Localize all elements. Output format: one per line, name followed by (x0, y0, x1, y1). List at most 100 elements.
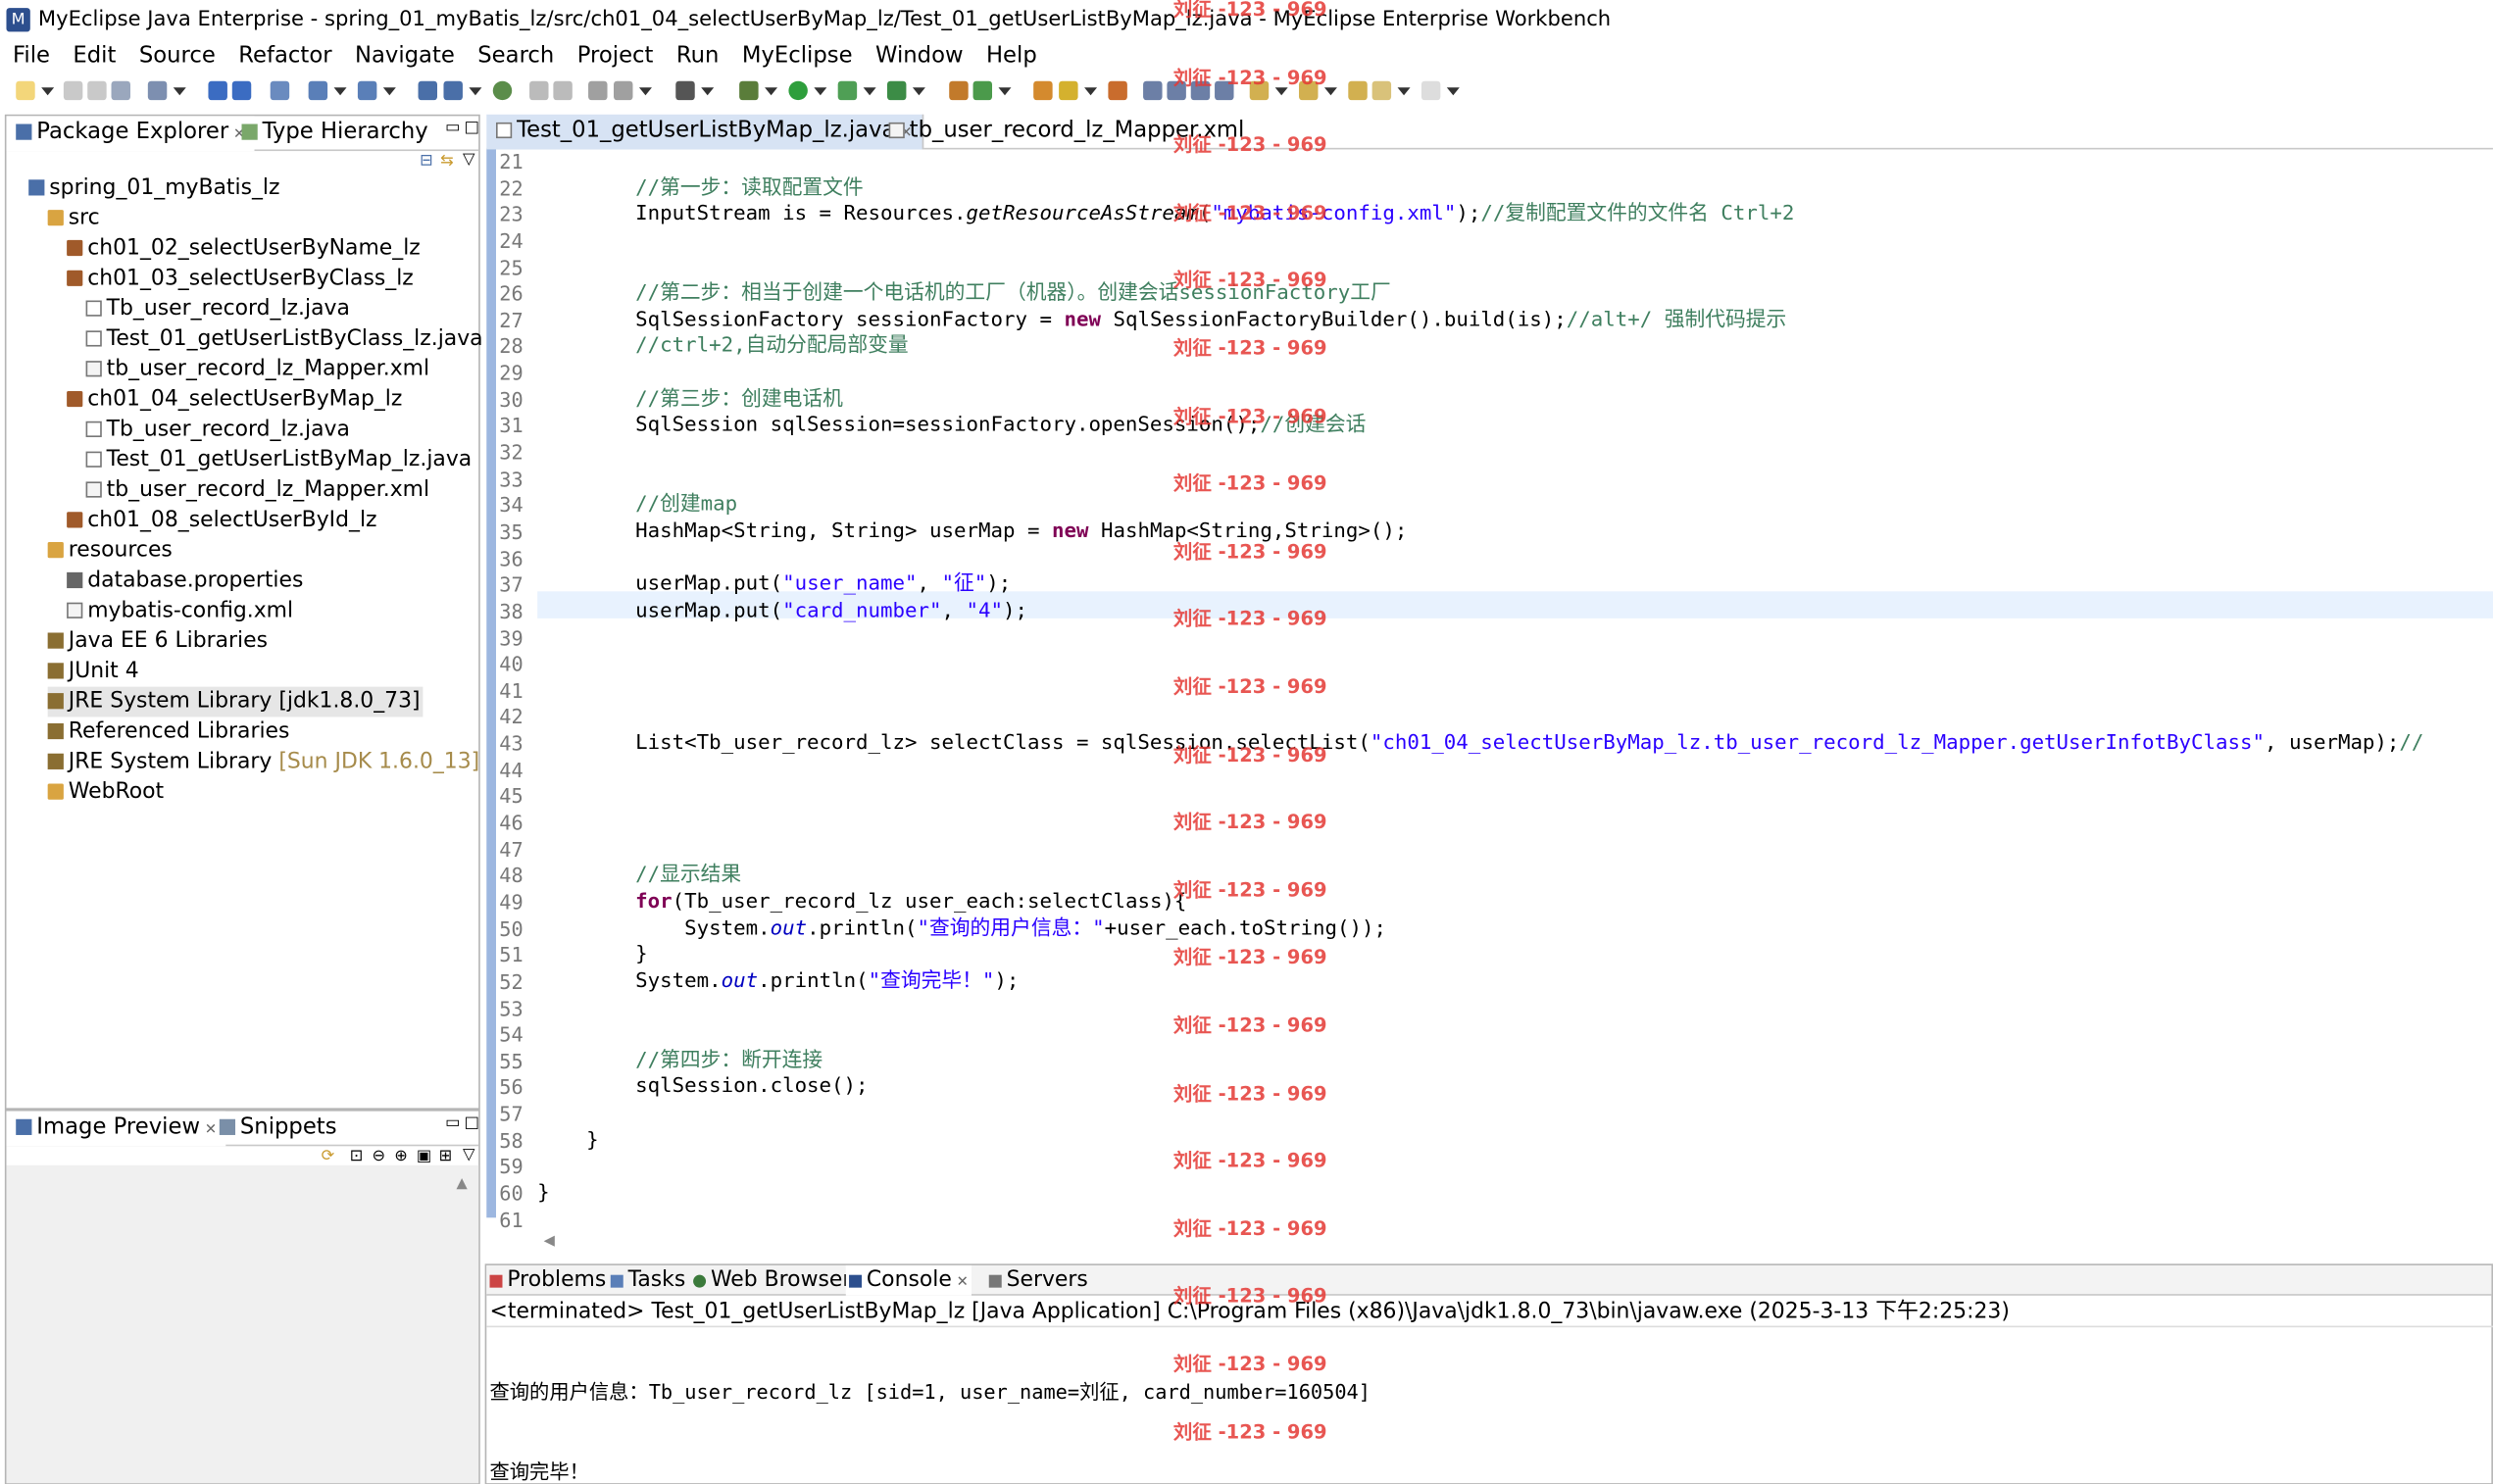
tree-item-package[interactable]: ch01_04_selectUserByMap_lz (67, 384, 402, 415)
refresh-icon[interactable]: ⟳ (322, 1148, 335, 1165)
tree-item-library-selected[interactable]: JRE System Library [jdk1.8.0_73] (47, 686, 424, 717)
save-all-icon[interactable] (87, 80, 107, 101)
tab-test-01-getuserlistbymap[interactable]: Test_01_getUserListByMap_lz.java ✕ (486, 114, 923, 150)
chevron-down-icon[interactable] (765, 87, 778, 96)
code-line[interactable]: //ctrl+2,自动分配局部变量 (537, 334, 2423, 361)
menu-project[interactable]: Project (577, 40, 654, 72)
save-icon[interactable] (63, 80, 83, 101)
tree-item-file[interactable]: Tb_user_record_lz.java (85, 415, 350, 445)
terminal-icon[interactable] (675, 80, 695, 101)
tab-console[interactable]: Console ✕ (845, 1264, 972, 1296)
code-line[interactable] (537, 784, 2423, 811)
code-line[interactable]: userMap.put("user_name", "征"); (537, 572, 2423, 599)
minimize-icon[interactable]: ▭ (445, 120, 460, 137)
open-task-icon[interactable] (1033, 80, 1053, 101)
tree-item-file[interactable]: tb_user_record_lz_Mapper.xml (85, 475, 430, 506)
scroll-up-icon[interactable]: ▲ (456, 1176, 467, 1192)
code-line[interactable]: userMap.put("card_number", "4"); (537, 599, 2423, 625)
link-editor-icon[interactable]: ⇆ (440, 153, 454, 171)
code-line[interactable] (537, 705, 2423, 731)
browse-icon[interactable] (443, 80, 463, 101)
tree-item-file[interactable]: Test_01_getUserListByMap_lz.java (85, 445, 472, 475)
code-line[interactable]: } (537, 1128, 2423, 1155)
comment-icon[interactable] (1143, 80, 1163, 101)
chevron-down-icon[interactable] (1446, 87, 1460, 96)
code-line[interactable] (537, 228, 2423, 255)
tree-item-library[interactable]: Referenced Libraries (47, 717, 290, 747)
menu-navigate[interactable]: Navigate (355, 40, 455, 72)
new-java-project-icon[interactable] (949, 80, 969, 101)
code-line[interactable]: SqlSession sqlSession=sessionFactory.ope… (537, 414, 2423, 440)
code-line[interactable]: SqlSessionFactory sessionFactory = new S… (537, 308, 2423, 334)
tab-type-hierarchy[interactable]: Type Hierarchy (232, 116, 438, 151)
tab-problems[interactable]: Problems (486, 1265, 609, 1296)
debug-icon[interactable] (739, 80, 759, 101)
forward-arrow-icon[interactable] (1421, 80, 1441, 101)
back-arrow-icon[interactable] (1371, 80, 1392, 101)
run-coverage-icon[interactable] (837, 80, 858, 101)
new-web-project-icon[interactable] (308, 80, 328, 101)
chevron-down-icon[interactable] (1397, 87, 1411, 96)
code-line[interactable]: System.out.println("查询完毕！"); (537, 969, 2423, 996)
chevron-down-icon[interactable] (382, 87, 396, 96)
code-text[interactable]: //第一步：读取配置文件 InputStream is = Resources.… (537, 149, 2423, 1233)
zoom-in-icon[interactable]: ⊕ (394, 1148, 408, 1165)
code-line[interactable] (537, 837, 2423, 864)
menu-search[interactable]: Search (477, 40, 554, 72)
code-line[interactable] (537, 625, 2423, 652)
show-whitespace-icon[interactable] (553, 80, 573, 101)
zoom-out-icon[interactable]: ⊖ (373, 1148, 386, 1165)
code-line[interactable]: InputStream is = Resources.getResourceAs… (537, 202, 2423, 228)
tree-item-folder[interactable]: WebRoot (47, 777, 164, 808)
code-line[interactable]: HashMap<String, String> userMap = new Ha… (537, 519, 2423, 546)
code-line[interactable] (537, 440, 2423, 467)
menu-help[interactable]: Help (986, 40, 1037, 72)
code-line[interactable]: //创建map (537, 493, 2423, 519)
chevron-down-icon[interactable] (1084, 87, 1098, 96)
grid-icon[interactable]: ⊞ (439, 1148, 453, 1165)
code-line[interactable] (537, 149, 2423, 175)
chevron-down-icon[interactable] (701, 87, 715, 96)
external-tools-icon[interactable] (588, 80, 608, 101)
print-icon[interactable] (111, 80, 130, 101)
annotation-icon[interactable] (614, 80, 633, 101)
last-edit-icon[interactable] (1348, 80, 1368, 101)
code-line[interactable] (537, 811, 2423, 837)
open-type-icon[interactable] (270, 80, 290, 101)
annotations-nav-icon[interactable] (1108, 80, 1127, 101)
chevron-down-icon[interactable] (998, 87, 1012, 96)
minimize-icon[interactable]: ▭ (445, 1114, 460, 1132)
tree-item-library[interactable]: JUnit 4 (47, 657, 139, 687)
code-line[interactable]: //第四步：断开连接 (537, 1049, 2423, 1075)
new-class-icon[interactable] (357, 80, 377, 101)
chevron-down-icon[interactable] (173, 87, 186, 96)
chevron-down-icon[interactable] (863, 87, 876, 96)
chevron-down-icon[interactable] (814, 87, 827, 96)
new-icon[interactable] (16, 80, 35, 101)
chevron-down-icon[interactable] (469, 87, 482, 96)
chevron-down-icon[interactable] (333, 87, 347, 96)
server-icon[interactable] (208, 80, 227, 101)
code-line[interactable] (537, 758, 2423, 784)
tree-item-file[interactable]: Tb_user_record_lz.java (85, 294, 350, 324)
close-icon[interactable]: ✕ (957, 1275, 969, 1291)
tree-item-folder[interactable]: resources (47, 536, 173, 567)
tree-item-library[interactable]: Java EE 6 Libraries (47, 626, 268, 657)
menu-refactor[interactable]: Refactor (238, 40, 331, 72)
collapse-all-icon[interactable]: ⊟ (420, 153, 433, 171)
tab-tasks[interactable]: Tasks (608, 1265, 689, 1296)
code-line[interactable]: //第三步：创建电话机 (537, 387, 2423, 414)
tree-item-file[interactable]: database.properties (67, 566, 303, 596)
code-line[interactable]: } (537, 943, 2423, 969)
search-icon[interactable] (1059, 80, 1078, 101)
globe-icon[interactable] (492, 80, 513, 101)
chevron-down-icon[interactable] (638, 87, 652, 96)
tree-item-file[interactable]: mybatis-config.xml (67, 596, 293, 626)
tree-item-file[interactable]: Test_01_getUserListByClass_lz.java (85, 324, 483, 355)
chevron-down-icon[interactable] (41, 87, 55, 96)
external-run-icon[interactable] (886, 80, 907, 101)
tab-package-explorer[interactable]: Package Explorer ✕ (6, 116, 256, 152)
code-line[interactable] (537, 467, 2423, 493)
menu-myeclipse[interactable]: MyEclipse (742, 40, 853, 72)
view-menu-icon[interactable]: ▽ (463, 1146, 474, 1163)
